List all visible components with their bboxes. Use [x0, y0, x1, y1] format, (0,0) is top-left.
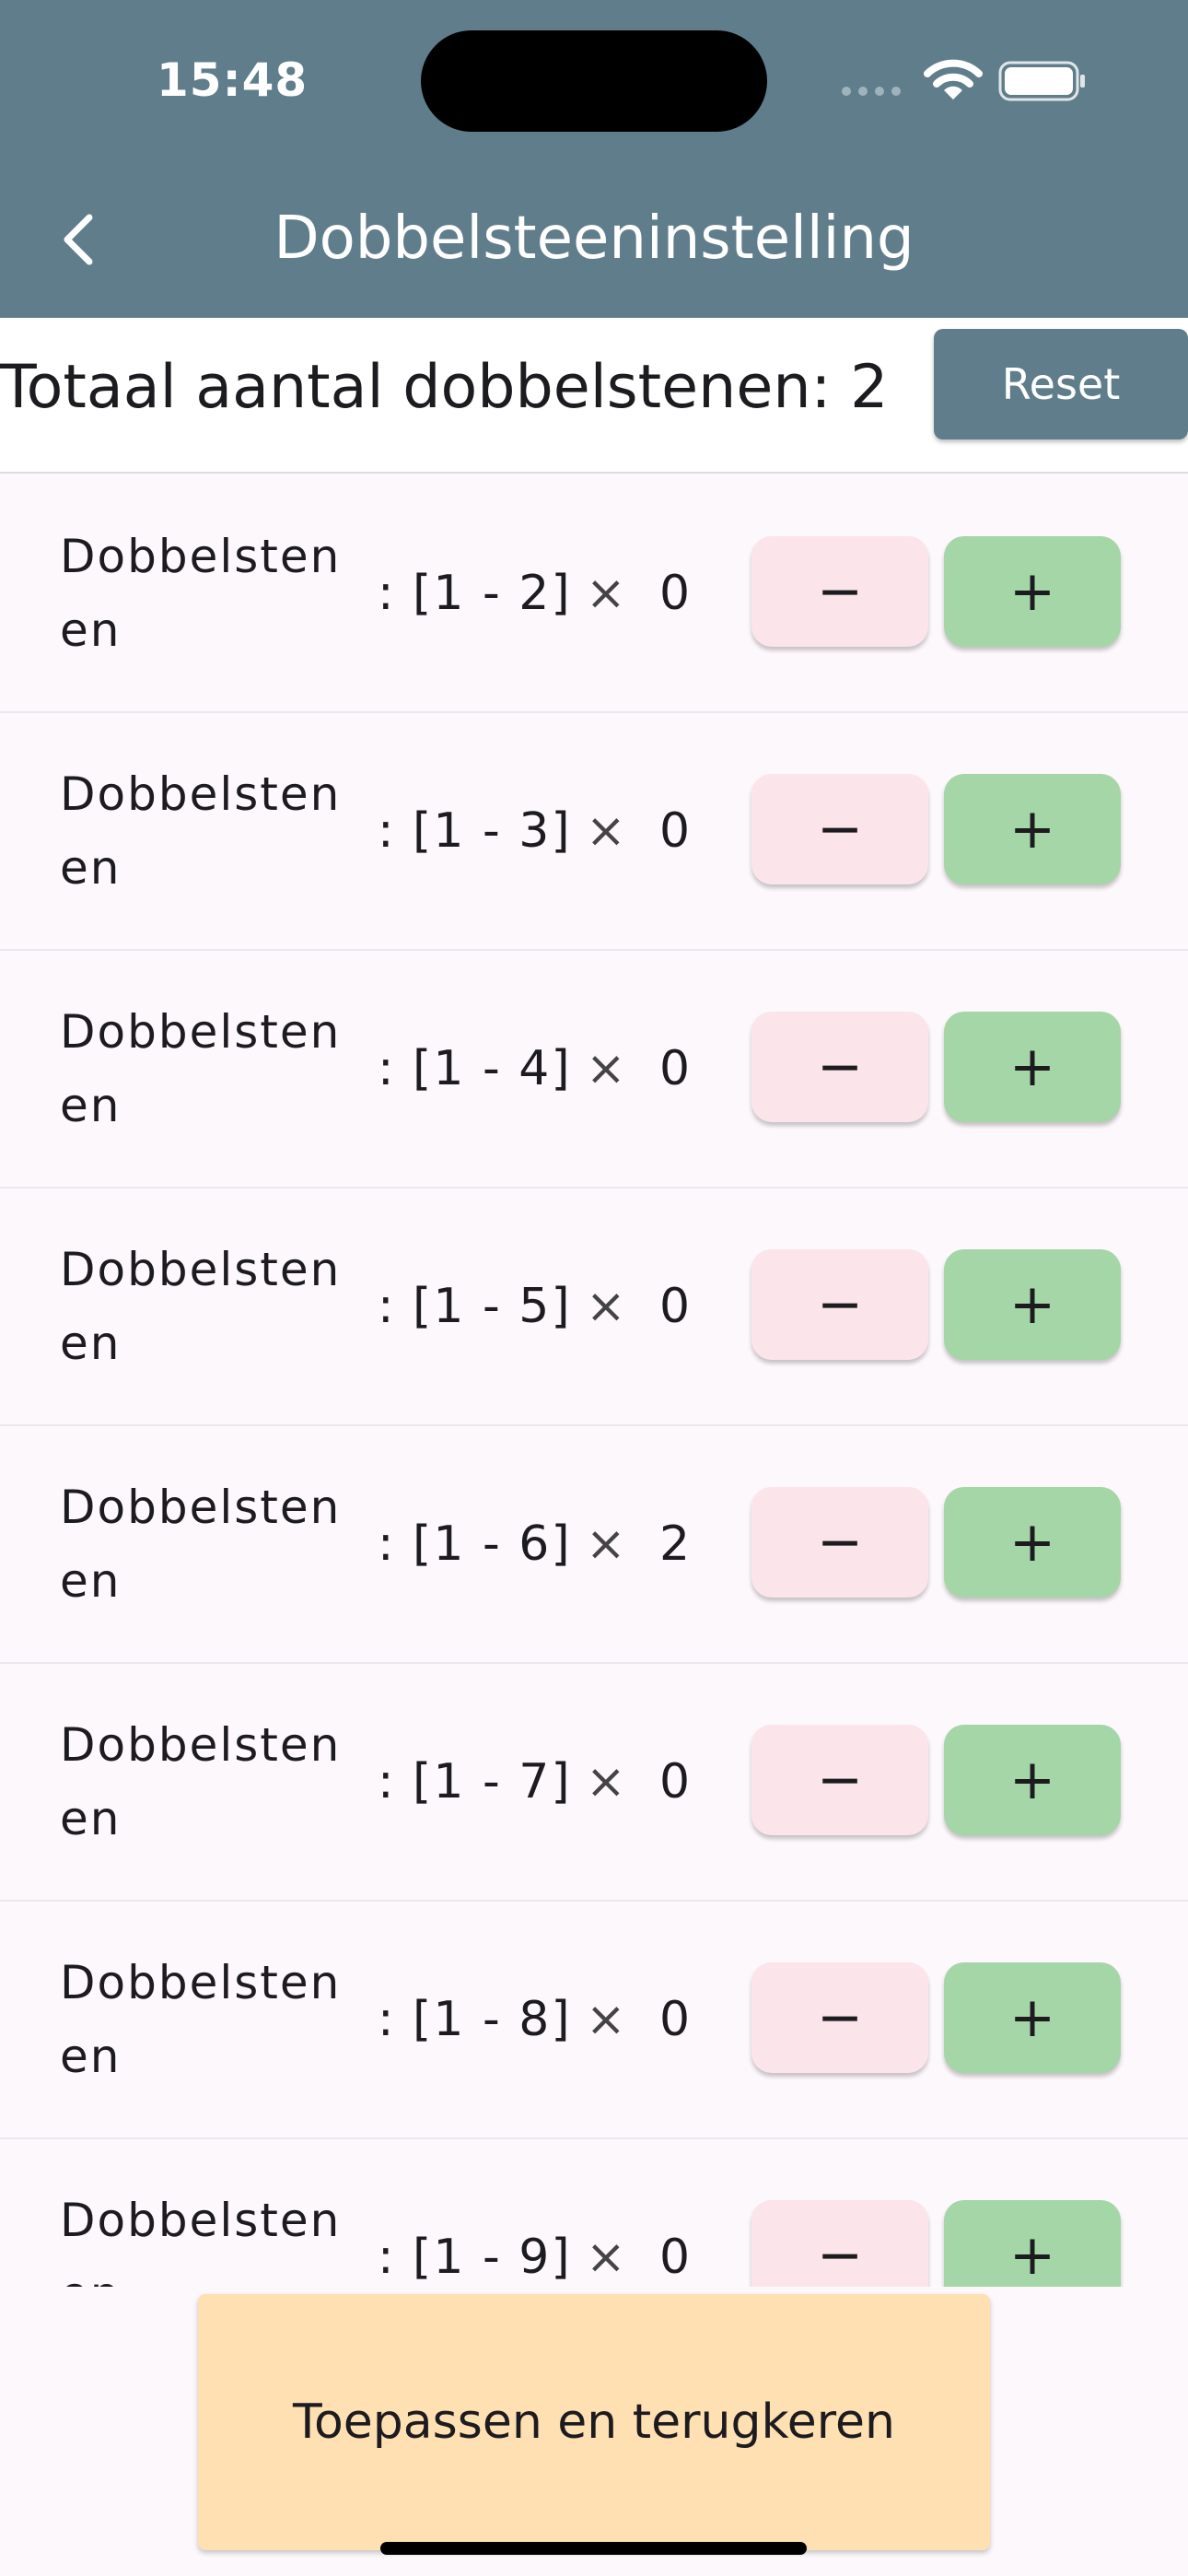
reset-button[interactable]: Reset — [934, 329, 1188, 439]
battery-icon — [998, 61, 1085, 101]
dice-row-label: Dobbelstenen — [60, 1956, 342, 2083]
dice-list[interactable]: Dobbelstenen : [1 - 2] × 0 − + Dobbelste… — [0, 474, 1188, 2287]
decrement-button[interactable]: − — [751, 2200, 928, 2287]
apply-and-return-button[interactable]: Toepassen en terugkeren — [198, 2294, 990, 2550]
cellular-signal-icon — [842, 87, 901, 96]
dice-row-label: Dobbelstenen — [60, 767, 342, 895]
increment-button[interactable]: + — [944, 1725, 1121, 1835]
multiply-sign: × — [586, 1516, 626, 1572]
dice-count: 0 — [659, 1754, 691, 1809]
dice-row: Dobbelstenen : [1 - 2] × 0 − + — [0, 474, 1188, 713]
dice-range: : [1 - 4] — [378, 1041, 572, 1096]
dynamic-island — [421, 30, 767, 132]
multiply-sign: × — [586, 566, 626, 621]
decrement-button[interactable]: − — [751, 1725, 928, 1835]
dice-range: : [1 - 7] — [378, 1754, 572, 1809]
dice-range: : [1 - 9] — [378, 2230, 572, 2285]
multiply-sign: × — [586, 1279, 626, 1334]
dice-count: 0 — [659, 1279, 691, 1334]
dice-row: Dobbelstenen : [1 - 7] × 0 − + — [0, 1662, 1188, 1902]
dice-row: Dobbelstenen : [1 - 5] × 0 − + — [0, 1187, 1188, 1426]
decrement-button[interactable]: − — [751, 774, 928, 884]
decrement-button[interactable]: − — [751, 536, 928, 647]
increment-button[interactable]: + — [944, 1962, 1121, 2073]
multiply-sign: × — [586, 1754, 626, 1809]
dice-range: : [1 - 2] — [378, 566, 572, 621]
dice-row-label: Dobbelstenen — [60, 1243, 342, 1370]
increment-button[interactable]: + — [944, 1487, 1121, 1598]
dice-row: Dobbelstenen : [1 - 9] × 0 − + — [0, 2137, 1188, 2287]
home-indicator[interactable] — [380, 2542, 807, 2555]
increment-button[interactable]: + — [944, 536, 1121, 647]
multiply-sign: × — [586, 803, 626, 859]
decrement-button[interactable]: − — [751, 1249, 928, 1360]
dice-row: Dobbelstenen : [1 - 8] × 0 − + — [0, 1900, 1188, 2139]
dice-count: 0 — [659, 1041, 691, 1096]
dice-range: : [1 - 3] — [378, 803, 572, 859]
page-title: Dobbelsteeninstelling — [274, 205, 914, 273]
dice-row: Dobbelstenen : [1 - 4] × 0 − + — [0, 949, 1188, 1188]
dice-range: : [1 - 6] — [378, 1516, 572, 1572]
dice-row-label: Dobbelstenen — [60, 1005, 342, 1132]
app-bar: 15:48 Dobbelsteeninstelling — [0, 0, 1188, 318]
increment-button[interactable]: + — [944, 774, 1121, 884]
multiply-sign: × — [586, 2230, 626, 2285]
wifi-icon — [924, 59, 983, 100]
total-dice-count: Totaal aantal dobbelstenen: 2 — [0, 353, 889, 422]
dice-row-label: Dobbelstenen — [60, 2194, 342, 2287]
increment-button[interactable]: + — [944, 1012, 1121, 1122]
increment-button[interactable]: + — [944, 1249, 1121, 1360]
dice-count: 0 — [659, 566, 691, 621]
status-time: 15:48 — [157, 53, 309, 107]
dice-count: 0 — [659, 803, 691, 859]
multiply-sign: × — [586, 1992, 626, 2047]
dice-row-label: Dobbelstenen — [60, 1718, 342, 1845]
decrement-button[interactable]: − — [751, 1012, 928, 1122]
dice-count: 0 — [659, 2230, 691, 2285]
dice-row-label: Dobbelstenen — [60, 1481, 342, 1608]
dice-row-label: Dobbelstenen — [60, 530, 342, 657]
dice-row: Dobbelstenen : [1 - 6] × 2 − + — [0, 1424, 1188, 1664]
decrement-button[interactable]: − — [751, 1487, 928, 1598]
dice-summary: Totaal aantal dobbelstenen: 2 Reset — [0, 318, 1188, 474]
increment-button[interactable]: + — [944, 2200, 1121, 2287]
decrement-button[interactable]: − — [751, 1962, 928, 2073]
dice-row: Dobbelstenen : [1 - 3] × 0 − + — [0, 711, 1188, 951]
dice-count: 0 — [659, 1992, 691, 2047]
dice-range: : [1 - 5] — [378, 1279, 572, 1334]
multiply-sign: × — [586, 1041, 626, 1096]
dice-range: : [1 - 8] — [378, 1992, 572, 2047]
dice-count: 2 — [659, 1516, 691, 1572]
